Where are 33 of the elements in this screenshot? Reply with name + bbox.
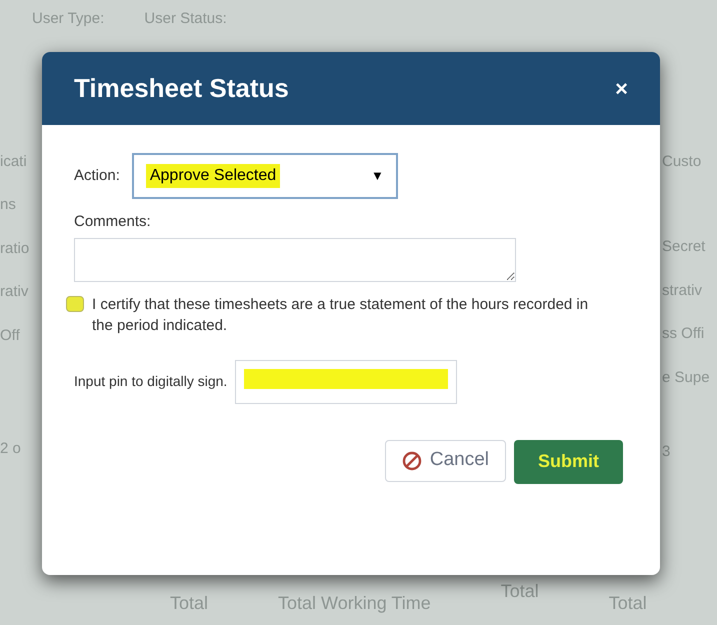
column-header: Total Working Time bbox=[278, 592, 431, 615]
column-header: Total bbox=[608, 592, 647, 615]
cancel-button[interactable]: Cancel bbox=[384, 440, 506, 482]
filter-label: User Type: bbox=[32, 9, 104, 29]
column-header: Total bbox=[500, 580, 539, 603]
filter-label: User Status: bbox=[144, 9, 227, 29]
table-cell-text: icati bbox=[0, 152, 28, 172]
column-header: Total bbox=[170, 592, 208, 615]
comments-field[interactable] bbox=[74, 238, 516, 282]
table-cell-text: e Supe bbox=[662, 368, 711, 388]
action-label: Action: bbox=[74, 166, 120, 186]
table-cell-text: ss Offi bbox=[662, 324, 706, 344]
table-cell-text: ratio bbox=[0, 238, 30, 258]
dialog-title: Timesheet Status bbox=[74, 72, 289, 105]
table-cell-text: Secret bbox=[662, 237, 706, 257]
submit-button[interactable]: Submit bbox=[514, 440, 623, 484]
table-cell-text: Off bbox=[0, 326, 21, 346]
table-cell-text: rativ bbox=[0, 282, 30, 302]
no-entry-icon bbox=[402, 450, 422, 470]
table-cell-text: Custo bbox=[662, 152, 702, 172]
action-select[interactable]: Approve Selected ▼ bbox=[132, 153, 398, 199]
table-cell-text: 3 bbox=[662, 442, 672, 462]
select-value: Approve Selected bbox=[146, 164, 280, 188]
table-cell-text: 2 o bbox=[0, 439, 22, 459]
pin-field[interactable] bbox=[235, 360, 458, 404]
table-cell-text: ns bbox=[0, 195, 17, 215]
pin-label: Input pin to digitally sign. bbox=[74, 372, 228, 391]
caret-icon: ▼ bbox=[370, 166, 384, 186]
table-cell-text: strativ bbox=[662, 280, 704, 300]
checkbox[interactable] bbox=[66, 296, 84, 312]
close-button[interactable]: × bbox=[615, 72, 628, 105]
certify-text: I certify that these timesheets are a true statement of the hours recorded in the period indicated. bbox=[92, 294, 590, 336]
comments-label: Comments: bbox=[74, 212, 152, 232]
